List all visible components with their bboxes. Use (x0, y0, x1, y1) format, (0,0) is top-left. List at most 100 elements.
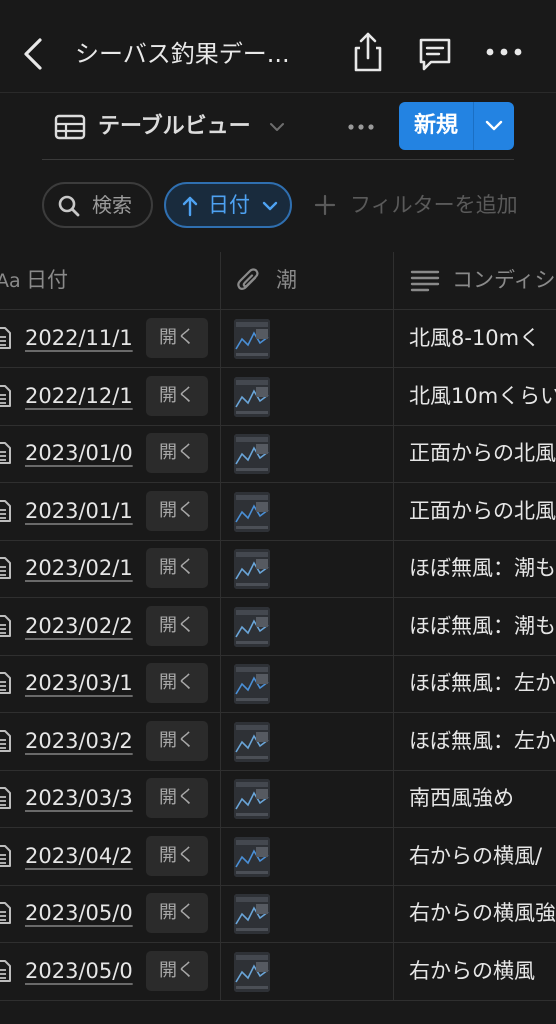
open-button[interactable]: 開く (146, 433, 208, 473)
document-icon (0, 556, 12, 580)
chevron-down-icon[interactable] (474, 102, 514, 150)
tide-chart-thumbnail[interactable] (234, 951, 270, 992)
tide-chart-thumbnail[interactable] (234, 606, 270, 647)
search-label: 検索 (92, 193, 132, 217)
tide-chart-thumbnail[interactable] (234, 894, 270, 934)
tide-chart-thumbnail[interactable] (234, 491, 270, 532)
row-date[interactable]: 2022/11/1 (25, 322, 147, 354)
sort-date-label: 日付 (208, 193, 250, 217)
column-header-date[interactable]: 日付 (26, 264, 68, 296)
table-row[interactable]: 2023/02/1 開く ほぼ無風：潮も (0, 540, 556, 598)
row-condition[interactable]: 正面からの北風 (409, 495, 556, 527)
row-date[interactable]: 2023/02/1 (25, 552, 147, 584)
row-condition[interactable]: 南西風強め (409, 782, 556, 814)
row-date[interactable]: 2022/12/1 (25, 380, 147, 412)
document-icon (0, 499, 12, 523)
open-button[interactable]: 開く (146, 663, 208, 703)
tide-chart-thumbnail[interactable] (234, 721, 270, 762)
document-icon (0, 671, 12, 695)
row-date[interactable]: 2023/03/3 (25, 782, 147, 814)
table-row[interactable]: 2023/04/2 開く 右からの横風/ (0, 828, 556, 886)
new-button-label[interactable]: 新規 (399, 102, 473, 150)
view-divider (42, 159, 514, 160)
document-icon (0, 959, 12, 983)
open-button[interactable]: 開く (146, 375, 208, 416)
tide-chart-thumbnail[interactable] (234, 319, 270, 359)
open-button[interactable]: 開く (146, 605, 208, 646)
document-icon (0, 729, 12, 753)
sort-date-chip[interactable]: 日付 (164, 182, 292, 228)
row-date[interactable]: 2023/05/0 (25, 955, 147, 987)
row-condition[interactable]: ほぼ無風：左か (409, 725, 556, 757)
row-condition[interactable]: ほぼ無風：左か (409, 667, 556, 699)
row-condition[interactable]: 正面からの北風 (409, 437, 556, 469)
back-chevron-icon[interactable] (18, 34, 50, 74)
table-row[interactable]: 2023/05/0 開く 右からの横風強 (0, 885, 556, 943)
comment-icon[interactable] (415, 30, 455, 74)
row-condition[interactable]: 右からの横風強 (409, 897, 556, 929)
title-type-icon: Aa (0, 270, 21, 292)
open-button[interactable]: 開く (146, 720, 208, 761)
view-more-icon[interactable] (344, 116, 378, 138)
view-selector-label[interactable]: テーブルビュー (98, 110, 251, 144)
row-condition[interactable]: ほぼ無風：潮も (409, 610, 556, 642)
table-row[interactable]: 2022/12/1 開く 北風10mくらい (0, 368, 556, 426)
row-date[interactable]: 2023/02/2 (25, 610, 147, 642)
document-icon (0, 326, 12, 350)
tide-chart-thumbnail[interactable] (234, 836, 270, 877)
document-icon (0, 786, 12, 810)
table-row[interactable]: 2023/02/2 開く ほぼ無風：潮も (0, 598, 556, 656)
document-icon (0, 384, 12, 408)
table-row[interactable]: 2022/11/1 開く 北風8-10mく (0, 310, 556, 368)
plus-icon[interactable] (313, 193, 337, 217)
open-button[interactable]: 開く (146, 778, 208, 818)
row-date[interactable]: 2023/04/2 (25, 840, 147, 872)
paperclip-icon (236, 266, 262, 296)
more-options-icon[interactable] (484, 30, 524, 74)
table-row[interactable]: 2023/05/0 開く 右からの横風 (0, 943, 556, 1001)
column-header-tide[interactable]: 潮 (276, 264, 297, 296)
chevron-down-icon[interactable] (268, 119, 286, 135)
row-condition[interactable]: 右からの横風/ (409, 840, 556, 872)
document-icon (0, 441, 12, 465)
document-icon (0, 614, 12, 638)
tide-chart-thumbnail[interactable] (234, 549, 270, 589)
document-icon (0, 901, 12, 925)
row-date[interactable]: 2023/01/1 (25, 495, 147, 527)
new-button[interactable]: 新規 (399, 102, 514, 150)
row-condition[interactable]: 右からの横風 (409, 955, 556, 987)
page-title: シーバス釣果デー... (75, 40, 290, 68)
tide-chart-thumbnail[interactable] (234, 434, 270, 474)
open-button[interactable]: 開く (146, 318, 208, 358)
row-condition[interactable]: 北風8-10mく (409, 322, 556, 354)
share-icon[interactable] (348, 30, 388, 74)
document-icon (0, 844, 12, 868)
arrow-up-icon (180, 194, 200, 218)
text-lines-icon (410, 268, 440, 294)
column-header-condition[interactable]: コンディション (452, 264, 556, 296)
row-date[interactable]: 2023/05/0 (25, 897, 147, 929)
open-button[interactable]: 開く (146, 950, 208, 991)
table-row[interactable]: 2023/01/0 開く 正面からの北風 (0, 425, 556, 483)
open-button[interactable]: 開く (146, 835, 208, 876)
row-date[interactable]: 2023/03/2 (25, 725, 147, 757)
table-row[interactable]: 2023/03/1 開く ほぼ無風：左か (0, 655, 556, 713)
row-condition[interactable]: ほぼ無風：潮も (409, 552, 556, 584)
tide-chart-thumbnail[interactable] (234, 376, 270, 417)
row-date[interactable]: 2023/03/1 (25, 667, 147, 699)
open-button[interactable]: 開く (146, 548, 208, 588)
table-view-icon[interactable] (54, 113, 86, 141)
tide-chart-thumbnail[interactable] (234, 779, 270, 819)
table-row[interactable]: 2023/03/2 開く ほぼ無風：左か (0, 713, 556, 771)
add-filter-label[interactable]: フィルターを追加 (350, 186, 556, 224)
row-condition[interactable]: 北風10mくらい (409, 380, 556, 412)
page: シーバス釣果デー... テーブルビュー 新規 検索 日付 フィルターを追加 Aa… (0, 0, 556, 1024)
table-row[interactable]: 2023/03/3 開く 南西風強め (0, 770, 556, 828)
row-date[interactable]: 2023/01/0 (25, 437, 147, 469)
search-icon (56, 193, 82, 219)
table-row[interactable]: 2023/01/1 開く 正面からの北風 (0, 483, 556, 541)
open-button[interactable]: 開く (146, 893, 208, 933)
search-chip[interactable]: 検索 (42, 182, 153, 228)
tide-chart-thumbnail[interactable] (234, 664, 270, 704)
open-button[interactable]: 開く (146, 490, 208, 531)
